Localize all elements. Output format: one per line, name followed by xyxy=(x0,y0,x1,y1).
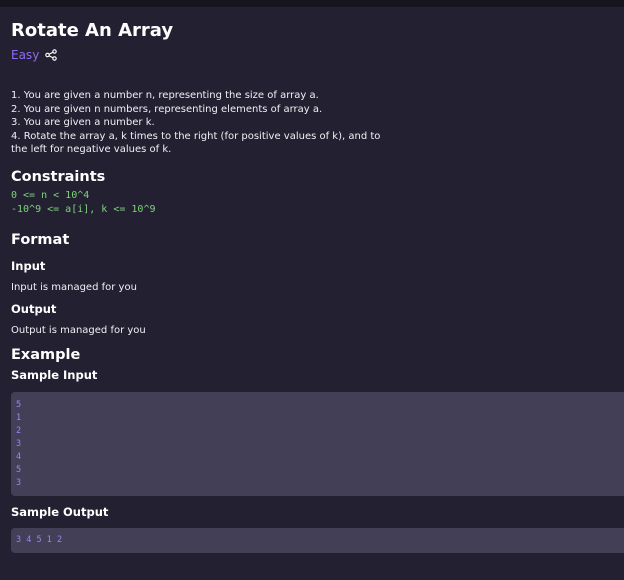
sample-input-line: 1 xyxy=(16,412,22,423)
description-line: 1. You are given a number n, representin… xyxy=(11,90,319,101)
example-heading: Example xyxy=(11,346,81,363)
difficulty-badge: Easy xyxy=(11,48,40,62)
constraint-line: 0 <= n < 10^4 xyxy=(11,189,90,201)
input-heading: Input xyxy=(11,258,46,273)
sample-output-heading: Sample Output xyxy=(11,504,109,519)
sample-input-box[interactable]: 5 1 2 3 4 5 3 xyxy=(11,391,624,496)
sample-input-heading: Sample Input xyxy=(11,367,98,382)
sample-input-line: 5 xyxy=(16,399,22,410)
description-line: 4. Rotate the array a, k times to the ri… xyxy=(11,130,381,142)
description-line: the left for negative values of k. xyxy=(11,144,172,155)
problem-meta: Easy xyxy=(11,47,624,63)
description-line: 3. You are given a number k. xyxy=(11,117,155,128)
sample-input-line: 3 xyxy=(16,438,22,449)
sample-input-line: 4 xyxy=(16,451,22,462)
constraints-heading: Constraints xyxy=(11,168,106,185)
problem-panel: Rotate An Array Easy 1. You are given a … xyxy=(0,7,624,580)
constraints-list: 0 <= n < 10^4 -10^9 <= a[i], k <= 10^9 xyxy=(11,189,624,217)
top-bar xyxy=(0,0,624,7)
sample-output-line: 3 4 5 1 2 xyxy=(16,534,63,545)
sample-input-line: 2 xyxy=(16,425,22,436)
constraint-line: -10^9 <= a[i], k <= 10^9 xyxy=(11,203,156,215)
description-line: 2. You are given n numbers, representing… xyxy=(11,103,323,115)
problem-description: 1. You are given a number n, representin… xyxy=(11,89,624,157)
share-icon[interactable] xyxy=(45,49,58,61)
sample-output-box[interactable]: 3 4 5 1 2 xyxy=(11,527,624,553)
format-heading: Format xyxy=(11,231,70,248)
sample-input-line: 3 xyxy=(16,478,22,489)
output-text: Output is managed for you xyxy=(11,324,146,336)
output-heading: Output xyxy=(11,301,57,316)
problem-title: Rotate An Array xyxy=(11,20,174,41)
input-text: Input is managed for you xyxy=(11,281,137,293)
problem-content: Rotate An Array Easy 1. You are given a … xyxy=(11,19,624,553)
sample-input-line: 5 xyxy=(16,464,22,475)
